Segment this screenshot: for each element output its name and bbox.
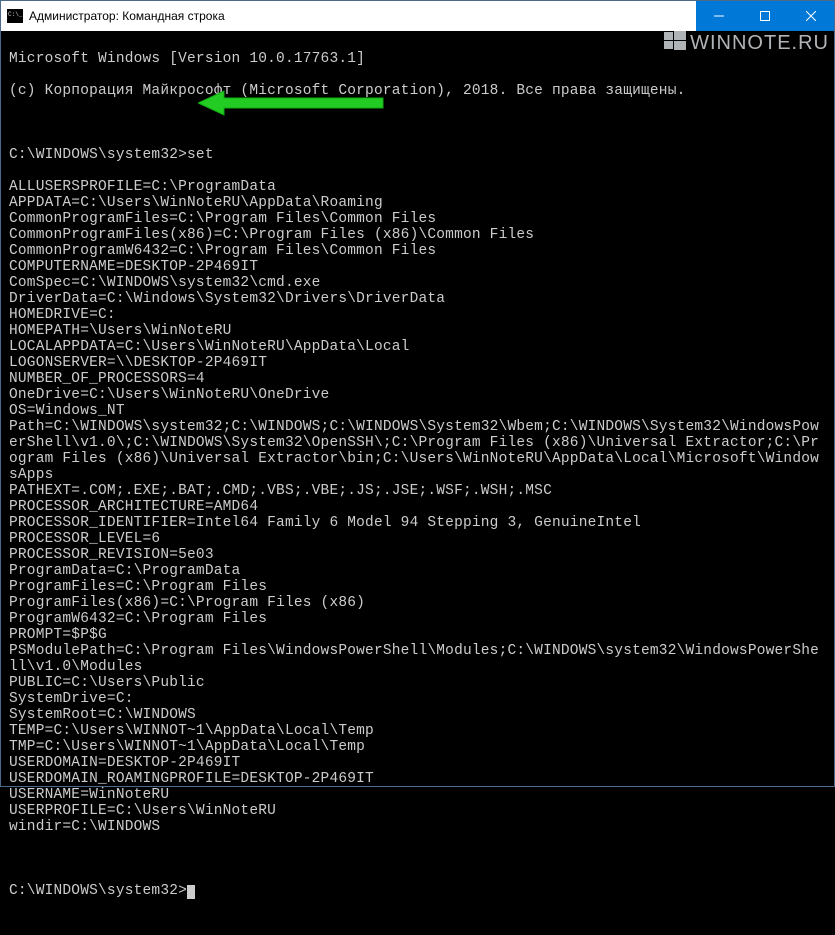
env-var-line: PROCESSOR_ARCHITECTURE=AMD64 bbox=[9, 499, 826, 515]
env-var-line: PROCESSOR_IDENTIFIER=Intel64 Family 6 Mo… bbox=[9, 515, 826, 531]
prompt-line: C:\WINDOWS\system32>set bbox=[9, 147, 826, 163]
env-var-line: NUMBER_OF_PROCESSORS=4 bbox=[9, 371, 826, 387]
env-var-line: PSModulePath=C:\Program Files\WindowsPow… bbox=[9, 643, 826, 675]
env-var-line: OS=Windows_NT bbox=[9, 403, 826, 419]
cmd-window: Администратор: Командная строка Microsof… bbox=[0, 0, 835, 787]
env-var-line: CommonProgramFiles=C:\Program Files\Comm… bbox=[9, 211, 826, 227]
env-var-line: USERDOMAIN_ROAMINGPROFILE=DESKTOP-2P469I… bbox=[9, 771, 826, 787]
blank-line bbox=[9, 851, 826, 867]
prompt-line: C:\WINDOWS\system32> bbox=[9, 883, 826, 899]
cursor bbox=[187, 885, 195, 899]
maximize-icon bbox=[760, 11, 770, 21]
env-var-line: CommonProgramFiles(x86)=C:\Program Files… bbox=[9, 227, 826, 243]
env-var-line: CommonProgramW6432=C:\Program Files\Comm… bbox=[9, 243, 826, 259]
blank-line bbox=[9, 115, 826, 131]
env-var-line: USERPROFILE=C:\Users\WinNoteRU bbox=[9, 803, 826, 819]
env-var-line: SystemRoot=C:\WINDOWS bbox=[9, 707, 826, 723]
close-icon bbox=[806, 11, 816, 21]
env-var-line: ProgramW6432=C:\Program Files bbox=[9, 611, 826, 627]
maximize-button[interactable] bbox=[742, 1, 788, 31]
env-var-line: Path=C:\WINDOWS\system32;C:\WINDOWS;C:\W… bbox=[9, 419, 826, 483]
env-var-line: ProgramFiles(x86)=C:\Program Files (x86) bbox=[9, 595, 826, 611]
env-var-line: PROMPT=$P$G bbox=[9, 627, 826, 643]
env-var-line: HOMEDRIVE=C: bbox=[9, 307, 826, 323]
watermark-text: WINNOTE.RU bbox=[690, 32, 829, 55]
env-var-line: ProgramData=C:\ProgramData bbox=[9, 563, 826, 579]
env-var-line: PROCESSOR_REVISION=5e03 bbox=[9, 547, 826, 563]
minimize-icon bbox=[714, 11, 724, 21]
env-var-line: USERDOMAIN=DESKTOP-2P469IT bbox=[9, 755, 826, 771]
prompt-path: C:\WINDOWS\system32> bbox=[9, 147, 187, 163]
prompt-command: set bbox=[187, 147, 214, 163]
env-var-line: COMPUTERNAME=DESKTOP-2P469IT bbox=[9, 259, 826, 275]
watermark: WINNOTE.RU bbox=[664, 30, 829, 57]
env-var-line: PATHEXT=.COM;.EXE;.BAT;.CMD;.VBS;.VBE;.J… bbox=[9, 483, 826, 499]
env-var-line: TMP=C:\Users\WINNOT~1\AppData\Local\Temp bbox=[9, 739, 826, 755]
env-var-line: PROCESSOR_LEVEL=6 bbox=[9, 531, 826, 547]
env-var-line: LOCALAPPDATA=C:\Users\WinNoteRU\AppData\… bbox=[9, 339, 826, 355]
env-var-line: DriverData=C:\Windows\System32\Drivers\D… bbox=[9, 291, 826, 307]
env-var-line: ProgramFiles=C:\Program Files bbox=[9, 579, 826, 595]
env-var-line: APPDATA=C:\Users\WinNoteRU\AppData\Roami… bbox=[9, 195, 826, 211]
window-controls bbox=[696, 1, 834, 31]
prompt-path: C:\WINDOWS\system32> bbox=[9, 883, 187, 899]
titlebar[interactable]: Администратор: Командная строка bbox=[1, 1, 834, 31]
windows-logo-icon bbox=[664, 30, 686, 57]
env-var-line: USERNAME=WinNoteRU bbox=[9, 787, 826, 803]
terminal-output[interactable]: Microsoft Windows [Version 10.0.17763.1]… bbox=[1, 31, 834, 935]
env-var-line: windir=C:\WINDOWS bbox=[9, 819, 826, 835]
close-button[interactable] bbox=[788, 1, 834, 31]
env-var-line: OneDrive=C:\Users\WinNoteRU\OneDrive bbox=[9, 387, 826, 403]
env-var-line: ALLUSERSPROFILE=C:\ProgramData bbox=[9, 179, 826, 195]
cmd-icon bbox=[7, 9, 23, 23]
env-var-line: PUBLIC=C:\Users\Public bbox=[9, 675, 826, 691]
env-var-line: ComSpec=C:\WINDOWS\system32\cmd.exe bbox=[9, 275, 826, 291]
minimize-button[interactable] bbox=[696, 1, 742, 31]
copyright-line: (c) Корпорация Майкрософт (Microsoft Cor… bbox=[9, 83, 826, 99]
window-title: Администратор: Командная строка bbox=[29, 9, 696, 23]
env-var-line: SystemDrive=C: bbox=[9, 691, 826, 707]
env-vars-block: ALLUSERSPROFILE=C:\ProgramDataAPPDATA=C:… bbox=[9, 179, 826, 835]
env-var-line: TEMP=C:\Users\WINNOT~1\AppData\Local\Tem… bbox=[9, 723, 826, 739]
env-var-line: HOMEPATH=\Users\WinNoteRU bbox=[9, 323, 826, 339]
env-var-line: LOGONSERVER=\\DESKTOP-2P469IT bbox=[9, 355, 826, 371]
